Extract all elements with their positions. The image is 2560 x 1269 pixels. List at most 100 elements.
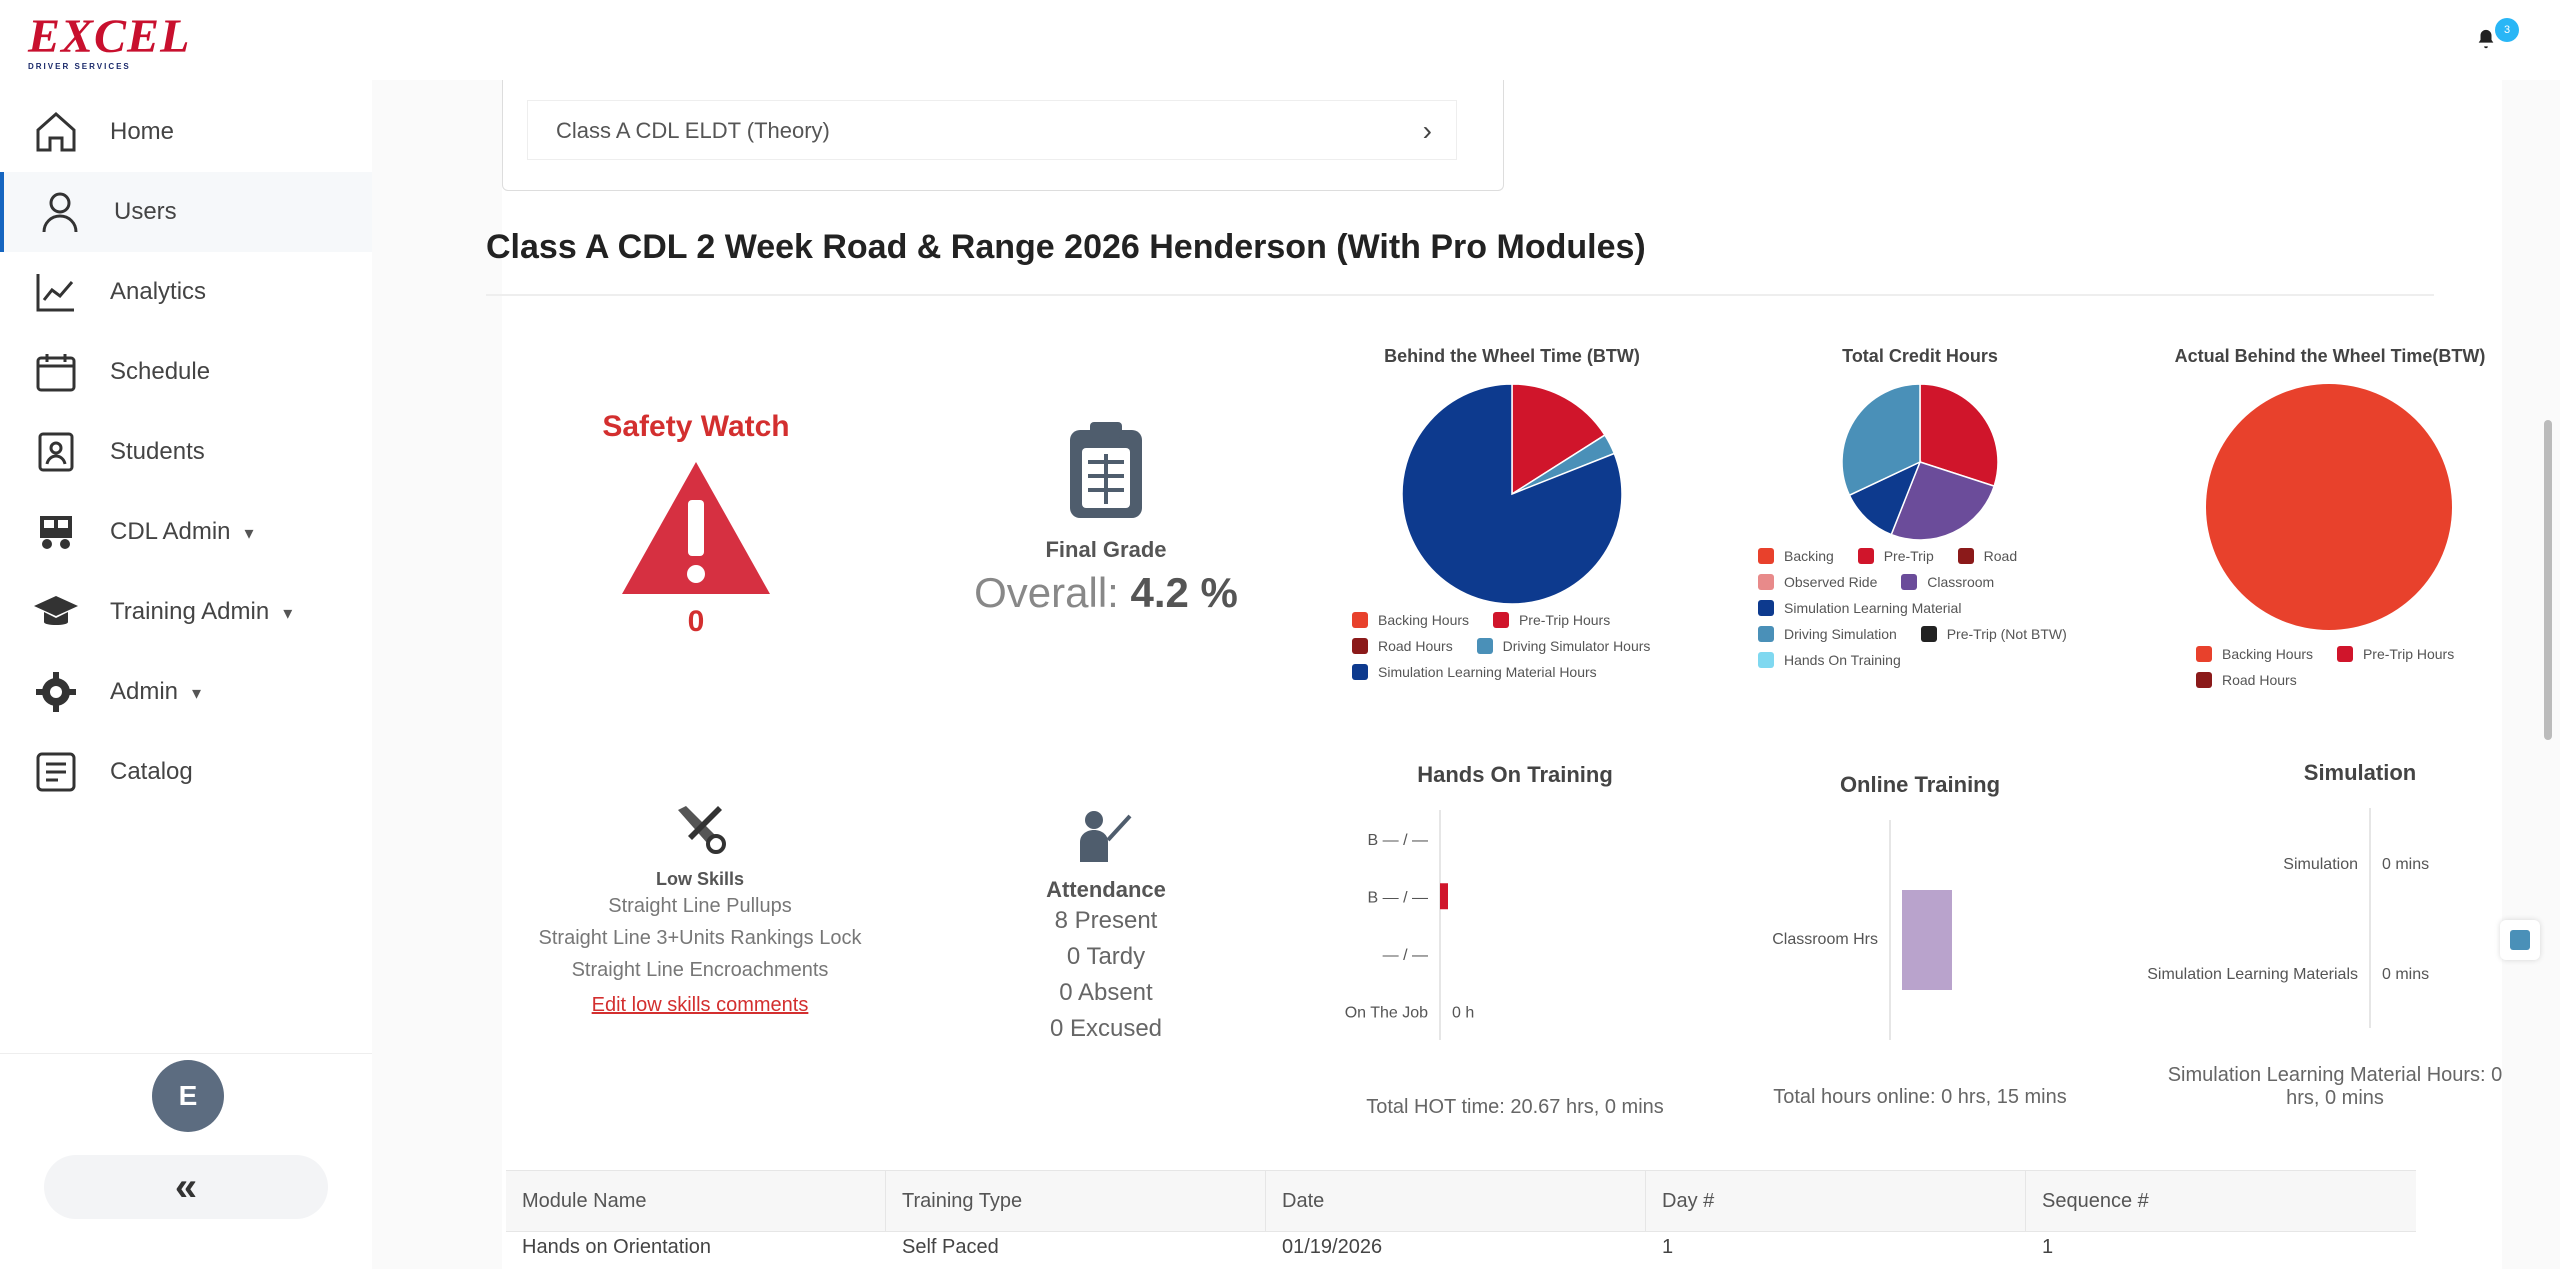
final-grade-overall: Overall: 4.2 % xyxy=(946,569,1266,617)
simulation-title: Simulation xyxy=(2303,760,2417,785)
attendance-title: Attendance xyxy=(1046,877,1166,902)
column-header[interactable]: Date xyxy=(1266,1171,1646,1231)
tick-label: — / — xyxy=(1383,947,1428,964)
credit-hours-pie-chart xyxy=(1841,383,1999,541)
sidebar-item-users[interactable]: Users xyxy=(0,172,376,252)
legend-item[interactable]: Backing xyxy=(1758,548,1834,564)
attendance-tardy: 0 Tardy xyxy=(1066,943,1146,970)
home-icon xyxy=(36,111,76,152)
legend-item[interactable]: Driving Simulation xyxy=(1758,626,1897,642)
actual-btw-pie-chart xyxy=(2206,384,2452,630)
legend-item[interactable]: Pre-Trip Hours xyxy=(2336,646,2454,662)
tick-label: B — / — xyxy=(1368,889,1428,906)
bell-icon xyxy=(2478,29,2494,49)
legend-item[interactable]: Hands On Training xyxy=(1758,652,1901,668)
column-header[interactable]: Day # xyxy=(1646,1171,2026,1231)
avatar[interactable]: E xyxy=(152,1060,224,1132)
column-header[interactable]: Training Type xyxy=(886,1171,1266,1231)
floating-help-button[interactable] xyxy=(2500,920,2540,960)
legend-label: Backing Hours xyxy=(2222,646,2314,662)
legend-item[interactable]: Pre-Trip (Not BTW) xyxy=(1920,626,2067,642)
legend-item[interactable]: Road Hours xyxy=(2196,672,2297,688)
legend-item[interactable]: Classroom xyxy=(1901,574,1994,590)
tick-label: B — / — xyxy=(1368,832,1428,849)
overall-value: 4.2 % xyxy=(1130,569,1238,616)
sidebar-item-label: Admin ▾ xyxy=(110,678,201,706)
low-skills-title: Low Skills xyxy=(655,869,745,889)
sidebar-item-home[interactable]: Home xyxy=(0,92,372,172)
bar[interactable] xyxy=(1440,883,1448,910)
sidebar-item-students[interactable]: Students xyxy=(0,412,372,492)
legend-swatch xyxy=(1758,548,1774,564)
legend-item[interactable]: Backing Hours xyxy=(2196,646,2313,662)
online-training-chart: Classroom Hrs xyxy=(1772,820,1952,1040)
calendar-icon xyxy=(36,354,76,392)
analytics-icon xyxy=(36,274,74,312)
sidebar-item-label-text: CDL Admin xyxy=(110,518,231,545)
logo[interactable]: EXCEL DRIVER SERVICES xyxy=(28,13,190,72)
legend-swatch xyxy=(1857,548,1874,564)
course-title: Class A CDL 2 Week Road & Range 2026 Hen… xyxy=(486,228,1646,266)
simulation-footer: Simulation Learning Material Hours: 0 hr… xyxy=(2167,1064,2503,1109)
sidebar-item-label: Students xyxy=(110,438,205,465)
legend-swatch xyxy=(1758,652,1774,668)
tick-label: Simulation xyxy=(2283,856,2358,873)
user-icon xyxy=(42,192,78,233)
legend-item[interactable]: Backing Hours xyxy=(1352,612,1469,628)
bar[interactable] xyxy=(1902,890,1952,990)
legend-item[interactable]: Driving Simulator Hours xyxy=(1476,638,1651,654)
collapse-sidebar-button[interactable]: « xyxy=(44,1155,328,1219)
column-header[interactable]: Module Name xyxy=(506,1171,886,1231)
graduation-cap-icon xyxy=(34,596,78,625)
page-scrollbar[interactable] xyxy=(2544,420,2552,740)
sidebar-item-catalog[interactable]: Catalog xyxy=(0,732,372,812)
hands-on-training-chart: B — / — B — / — — / — On The Job 0 h xyxy=(1345,810,1474,1040)
sidebar-item-label: Analytics xyxy=(110,278,207,305)
sidebar-item-training-admin[interactable]: Training Admin ▾ xyxy=(0,572,372,652)
tools-icon xyxy=(678,806,726,854)
sidebar-item-cdl-admin[interactable]: CDL Admin ▾ xyxy=(0,492,372,572)
attendance: Attendance 8 Present 0 Tardy 0 Absent 0 … xyxy=(976,808,1236,1047)
btw-pie-legend: Backing Hours Pre-Trip Hours Road Hours … xyxy=(1352,612,1732,690)
legend-label: Classroom xyxy=(1927,574,1995,590)
attendance-absent: 0 Absent xyxy=(1059,979,1153,1006)
pie-slice[interactable] xyxy=(2206,384,2452,630)
legend-item[interactable]: Pre-Trip xyxy=(1857,548,1934,564)
data-label: 0 mins xyxy=(2382,966,2429,983)
tick-label: On The Job xyxy=(1345,1004,1428,1021)
legend-label: Driving Simulator Hours xyxy=(1502,638,1651,654)
legend-item[interactable]: Simulation Learning Material Hours xyxy=(1352,664,1597,680)
sidebar-item-schedule[interactable]: Schedule xyxy=(0,332,372,412)
column-header[interactable]: Sequence # xyxy=(2026,1171,2416,1231)
chevron-down-icon: ▾ xyxy=(192,683,202,703)
notifications[interactable]: 3 xyxy=(2475,18,2531,58)
legend-item[interactable]: Road xyxy=(1957,548,2017,564)
sidebar-item-admin[interactable]: Admin ▾ xyxy=(0,652,372,732)
sidebar-item-label: Users xyxy=(114,198,177,225)
legend-label: Simulation Learning Material Hours xyxy=(1378,664,1597,680)
safety-watch-title: Safety Watch xyxy=(602,410,790,443)
legend-swatch xyxy=(2196,646,2212,662)
data-label: 0 mins xyxy=(2382,856,2429,873)
legend-item[interactable]: Pre-Trip Hours xyxy=(1492,612,1611,628)
legend-item[interactable]: Observed Ride xyxy=(1758,574,1877,590)
legend-swatch xyxy=(1352,638,1368,654)
final-grade-label: Final Grade xyxy=(1045,537,1167,562)
clipboard-icon xyxy=(1070,422,1142,518)
edit-low-skills-link[interactable]: Edit low skills comments xyxy=(530,994,870,1017)
legend-label: Simulation Learning Material xyxy=(1784,600,1962,616)
table-header-row: Module Name Training Type Date Day # Seq… xyxy=(506,1170,2416,1232)
sidebar-item-analytics[interactable]: Analytics xyxy=(0,252,372,332)
legend-label: Pre-Trip Hours xyxy=(1518,612,1611,628)
legend-item[interactable]: Road Hours xyxy=(1352,638,1453,654)
legend-swatch xyxy=(1758,626,1774,642)
low-skill-line: Straight Line 3+Units Rankings Lock xyxy=(538,927,862,949)
legend-swatch xyxy=(1492,612,1509,628)
sidebar-item-label: CDL Admin ▾ xyxy=(110,518,254,546)
help-icon xyxy=(2510,930,2530,950)
legend-item[interactable]: Simulation Learning Material xyxy=(1758,600,1961,616)
previous-course-item[interactable]: Class A CDL ELDT (Theory) › xyxy=(527,100,1457,160)
chevron-down-icon: ▾ xyxy=(283,603,293,623)
sidebar-item-label-text: Admin xyxy=(110,678,179,705)
legend-label: Backing Hours xyxy=(1378,612,1470,628)
